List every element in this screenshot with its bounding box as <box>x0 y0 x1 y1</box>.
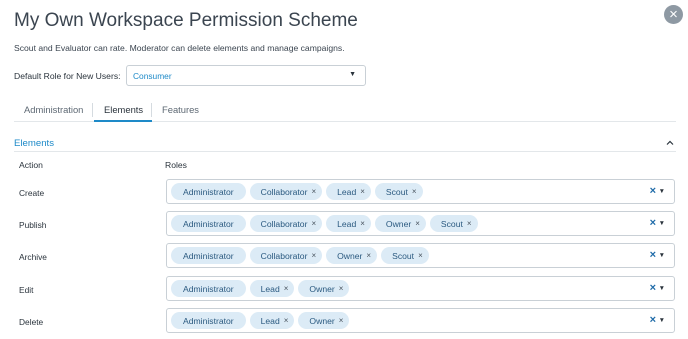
role-chip: Lead × <box>326 215 371 232</box>
remove-role-icon[interactable]: × <box>311 187 316 196</box>
tab-bar: Administration Elements Features <box>14 100 676 122</box>
role-chip-label: Owner <box>337 250 363 261</box>
remove-role-icon[interactable]: × <box>311 251 316 260</box>
default-role-label: Default Role for New Users: <box>14 71 121 81</box>
role-chip: Owner × <box>374 215 426 232</box>
section-title[interactable]: Elements <box>14 138 54 149</box>
tab-features[interactable]: Features <box>162 104 199 115</box>
role-chip-list: Administrator Lead × Owner × <box>171 280 353 297</box>
role-chip: Owner × <box>298 312 350 329</box>
roles-column-header: Roles <box>165 160 187 170</box>
tab-divider <box>92 103 93 117</box>
role-chip-label: Collaborator <box>260 186 308 197</box>
remove-role-icon[interactable]: × <box>412 187 417 196</box>
role-chip: Owner × <box>298 280 350 297</box>
role-chip-label: Lead <box>260 283 280 294</box>
roles-select[interactable]: Administrator Lead × Owner × × ▼ <box>166 308 675 333</box>
action-label: Archive <box>19 252 47 262</box>
role-chip-label: Owner <box>309 315 335 326</box>
tab-divider <box>151 103 152 117</box>
role-chip-label: Lead <box>337 186 357 197</box>
role-chip-label: Owner <box>385 218 412 229</box>
remove-role-icon[interactable]: × <box>360 219 365 228</box>
action-column-header: Action <box>19 160 43 170</box>
role-chip-label: Lead <box>337 218 357 229</box>
roles-select[interactable]: Administrator Collaborator × Lead × Owner × Sco… <box>166 211 675 236</box>
action-label: Edit <box>19 285 34 295</box>
remove-role-icon[interactable]: × <box>366 251 371 260</box>
role-chip-list: Administrator Lead × Owner × <box>171 312 353 329</box>
role-chip: Administrator <box>171 215 246 232</box>
role-chip: Lead × <box>249 280 295 297</box>
role-chip: Administrator <box>171 183 246 200</box>
action-label: Delete <box>19 317 44 327</box>
default-role-value: Consumer <box>133 71 172 81</box>
role-chip: Administrator <box>171 280 246 297</box>
role-chip: Lead × <box>249 312 295 329</box>
remove-role-icon[interactable]: × <box>360 187 365 196</box>
page-title: My Own Workspace Permission Scheme <box>14 10 358 31</box>
chevron-up-icon[interactable] <box>664 137 676 149</box>
chevron-down-icon[interactable]: ▼ <box>659 220 665 227</box>
remove-role-icon[interactable]: × <box>284 316 289 325</box>
role-chip: Collaborator × <box>249 215 323 232</box>
chevron-down-icon[interactable]: ▼ <box>659 317 665 324</box>
clear-roles-icon[interactable]: × <box>650 217 656 229</box>
role-chip-label: Collaborator <box>260 250 308 261</box>
clear-roles-icon[interactable]: × <box>650 314 656 326</box>
role-chip: Scout × <box>374 183 423 200</box>
clear-roles-icon[interactable]: × <box>650 249 656 261</box>
role-chip-label: Lead <box>260 315 280 326</box>
chevron-down-icon[interactable]: ▼ <box>659 188 665 195</box>
remove-role-icon[interactable]: × <box>418 251 423 260</box>
role-chip: Owner × <box>326 247 378 264</box>
chevron-down-icon[interactable]: ▼ <box>659 285 665 292</box>
role-chip-label: Scout <box>440 218 463 229</box>
close-icon: × <box>669 6 678 23</box>
action-label: Publish <box>19 220 47 230</box>
role-chip-list: Administrator Collaborator × Lead × Owner × Sco… <box>171 215 482 232</box>
remove-role-icon[interactable]: × <box>339 316 344 325</box>
page-description: Scout and Evaluator can rate. Moderator … <box>14 43 345 53</box>
role-chip-label: Administrator <box>183 186 234 197</box>
role-chip-list: Administrator Collaborator × Owner × Scout × <box>171 247 433 264</box>
remove-role-icon[interactable]: × <box>467 219 472 228</box>
role-chip: Collaborator × <box>249 183 323 200</box>
section-divider <box>14 151 676 152</box>
role-chip-label: Collaborator <box>260 218 308 229</box>
role-chip: Scout × <box>429 215 478 232</box>
role-chip-label: Administrator <box>183 283 234 294</box>
tab-administration[interactable]: Administration <box>24 104 83 115</box>
roles-select[interactable]: Administrator Collaborator × Owner × Scout × × ▼ <box>166 243 675 268</box>
role-chip-label: Scout <box>392 250 415 261</box>
role-chip-list: Administrator Collaborator × Lead × Scout × <box>171 183 427 200</box>
roles-select[interactable]: Administrator Collaborator × Lead × Scout × × ▼ <box>166 179 675 204</box>
remove-role-icon[interactable]: × <box>415 219 420 228</box>
chevron-down-icon[interactable]: ▼ <box>659 252 665 259</box>
clear-roles-icon[interactable]: × <box>650 282 656 294</box>
role-chip: Scout × <box>381 247 429 264</box>
active-tab-indicator <box>94 120 152 122</box>
close-button[interactable]: × <box>664 5 683 24</box>
role-chip-label: Scout <box>385 186 408 197</box>
role-chip: Lead × <box>326 183 371 200</box>
role-chip-label: Administrator <box>183 315 234 326</box>
remove-role-icon[interactable]: × <box>339 284 344 293</box>
role-chip-label: Owner <box>309 283 335 294</box>
role-chip: Collaborator × <box>249 247 323 264</box>
role-chip: Administrator <box>171 247 246 264</box>
role-chip: Administrator <box>171 312 246 329</box>
roles-select[interactable]: Administrator Lead × Owner × × ▼ <box>166 276 675 301</box>
tab-elements[interactable]: Elements <box>104 104 143 115</box>
remove-role-icon[interactable]: × <box>284 284 289 293</box>
role-chip-label: Administrator <box>183 218 234 229</box>
action-label: Create <box>19 188 45 198</box>
chevron-down-icon: ▼ <box>349 71 356 78</box>
clear-roles-icon[interactable]: × <box>650 185 656 197</box>
remove-role-icon[interactable]: × <box>311 219 316 228</box>
role-chip-label: Administrator <box>183 250 234 261</box>
default-role-select[interactable]: Consumer ▼ <box>126 65 366 86</box>
